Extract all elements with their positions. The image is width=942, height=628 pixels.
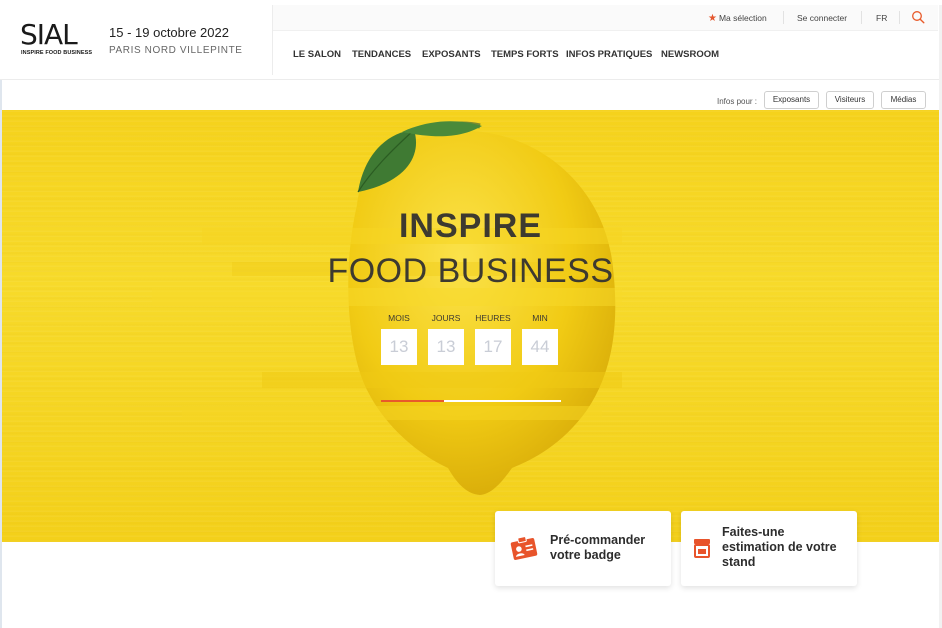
nav-exposants[interactable]: EXPOSANTS xyxy=(422,49,481,60)
nav-temps-forts[interactable]: TEMPS FORTS xyxy=(491,49,559,60)
event-dates: 15 - 19 octobre 2022 xyxy=(109,25,229,40)
nav-tendances[interactable]: TENDANCES xyxy=(352,49,411,60)
stand-estimate-card[interactable]: Faites-une estimation de votre stand xyxy=(681,511,857,586)
stand-estimate-label: Faites-une estimation de votre stand xyxy=(722,525,837,569)
login-link[interactable]: Se connecter xyxy=(797,13,847,23)
utility-separator xyxy=(899,11,900,24)
audience-visitors-button[interactable]: Visiteurs xyxy=(826,91,874,109)
countdown-minutes: 44 xyxy=(522,329,558,365)
countdown-label-hours: HEURES xyxy=(475,313,511,323)
slide-progress-fill xyxy=(381,400,444,402)
audience-exhibitors-button[interactable]: Exposants xyxy=(764,91,819,109)
nav-newsroom[interactable]: NEWSROOM xyxy=(661,49,719,60)
badge-icon xyxy=(510,536,538,560)
stand-icon xyxy=(694,539,710,558)
star-icon: ★ xyxy=(708,13,717,24)
countdown-label-months: MOIS xyxy=(388,313,410,323)
countdown-label-days: JOURS xyxy=(431,313,461,323)
nav-infos-pratiques[interactable]: INFOS PRATIQUES xyxy=(566,49,652,60)
audience-label: Infos pour : xyxy=(717,97,758,106)
logo-tagline: INSPIRE FOOD BUSINESS xyxy=(21,50,93,56)
hero-title: INSPIRE xyxy=(398,207,543,245)
countdown-hours: 17 xyxy=(475,329,511,365)
utility-separator xyxy=(783,11,784,24)
countdown-label-minutes: MIN xyxy=(532,313,548,323)
countdown-months: 13 xyxy=(381,329,417,365)
lemon-image xyxy=(152,121,622,495)
preorder-badge-card[interactable]: Pré-commander votre badge xyxy=(495,511,671,586)
my-selection-label: Ma sélection xyxy=(718,13,767,23)
countdown-days: 13 xyxy=(428,329,464,365)
sial-logo[interactable]: SIAL INSPIRE FOOD BUSINESS xyxy=(20,20,100,60)
event-venue: PARIS NORD VILLEPINTE xyxy=(109,45,243,56)
logo-wordmark: SIAL xyxy=(20,18,78,51)
my-selection-link[interactable]: ★ Ma sélection xyxy=(708,13,767,24)
preorder-badge-label: Pré-commander votre badge xyxy=(550,533,646,562)
site-header: SIAL INSPIRE FOOD BUSINESS 15 - 19 octob… xyxy=(0,0,942,80)
hero-banner: INSPIRE FOOD BUSINESS MOIS JOURS HEURES … xyxy=(2,110,939,542)
utility-separator xyxy=(861,11,862,24)
brand-block: SIAL INSPIRE FOOD BUSINESS 15 - 19 octob… xyxy=(0,0,272,80)
language-switch[interactable]: FR xyxy=(876,13,887,23)
slide-progress-bar xyxy=(381,400,561,402)
hero-subtitle: FOOD BUSINESS xyxy=(327,252,614,290)
nav-le-salon[interactable]: LE SALON xyxy=(293,49,341,60)
search-icon[interactable] xyxy=(911,10,925,24)
audience-media-button[interactable]: Médias xyxy=(881,91,926,109)
